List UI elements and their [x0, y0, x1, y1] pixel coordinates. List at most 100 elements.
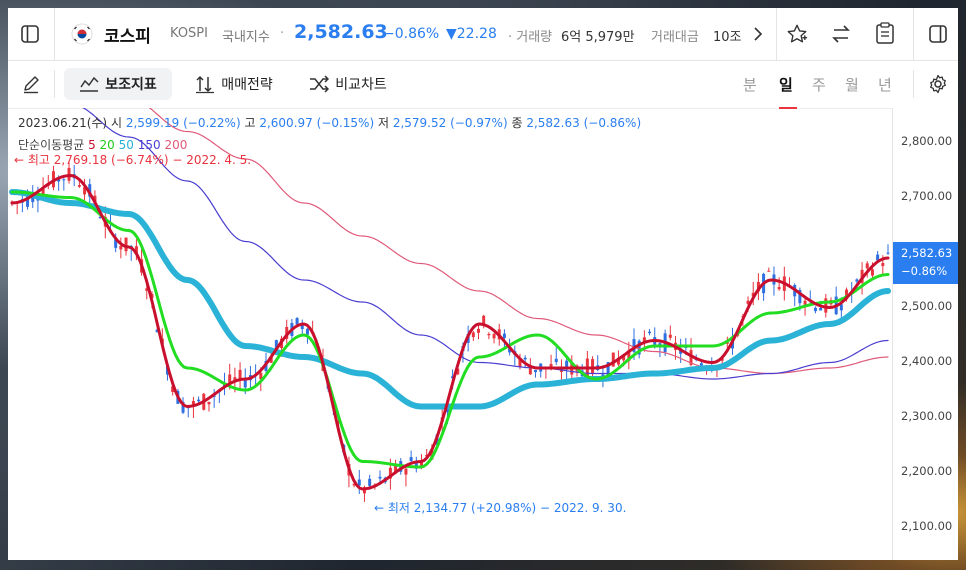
candle-body	[648, 331, 652, 334]
period-month[interactable]: 월	[845, 74, 859, 95]
divider	[776, 8, 777, 60]
market-label: 국내지수	[222, 30, 270, 45]
candle-body	[534, 369, 538, 373]
candlesticks	[10, 162, 890, 502]
candle-body	[881, 262, 885, 267]
amount-value: 10조	[713, 30, 742, 45]
candle-body	[62, 179, 66, 181]
volume-value: 6억 5,979만	[561, 30, 635, 45]
tick-label: 2,200.00	[901, 464, 953, 478]
swap-icon[interactable]	[828, 21, 854, 47]
ohlc-close: 2,582.63 (−0.86%)	[526, 116, 642, 130]
chevron-right-icon[interactable]	[748, 24, 768, 44]
korea-flag-icon	[70, 22, 94, 46]
current-price: 2,582.63	[294, 21, 388, 43]
candle-body	[295, 318, 299, 325]
chart-toolbar: 보조지표 매매전략 비교차트 분 일 주 월 년	[8, 60, 958, 109]
candle-body	[803, 300, 807, 305]
compare-label: 비교차트	[335, 77, 387, 93]
ohlc-low: 2,579.52 (−0.97%)	[392, 116, 508, 130]
low-annotation: ← 최저 2,134.77 (+20.98%) − 2022. 9. 30.	[374, 501, 627, 515]
tick-label: 2,300.00	[901, 409, 953, 423]
strategy-button[interactable]: 매매전략	[184, 68, 284, 100]
indicators-button[interactable]: 보조지표	[64, 68, 172, 100]
candle-body	[777, 286, 781, 290]
ohlc-date: 2023.06.21(수)	[18, 116, 108, 130]
candle-body	[482, 315, 486, 325]
candle-body	[243, 380, 247, 388]
divider	[54, 8, 55, 60]
stock-chart-panel: 코스피 KOSPI 국내지수 · 2,582.63 −0.86% ▼22.28 …	[8, 8, 958, 560]
compare-button[interactable]: 비교차트	[298, 68, 398, 100]
ma-legend-200: 200	[164, 138, 188, 152]
divider	[54, 70, 55, 98]
ma-legend-label: 단순이동평균	[18, 138, 85, 152]
candle-body	[865, 263, 869, 269]
candle-body	[404, 468, 408, 475]
candle-body	[487, 333, 491, 336]
strategy-label: 매매전략	[221, 77, 273, 93]
candle-body	[554, 358, 558, 363]
ma-legend-5: 5	[88, 138, 96, 152]
divider	[913, 8, 914, 60]
star-icon[interactable]	[784, 21, 810, 47]
candle-body	[767, 270, 771, 272]
stock-name: 코스피	[104, 27, 151, 47]
period-week[interactable]: 주	[812, 74, 826, 95]
candle-body	[591, 359, 595, 374]
ma-legend-50: 50	[118, 138, 134, 152]
tick-label: 2,800.00	[901, 134, 953, 148]
ohlc-high-label: 고	[244, 116, 256, 130]
pen-icon[interactable]	[18, 72, 44, 96]
change-percent: −0.86%	[383, 26, 440, 42]
candle-body	[502, 333, 506, 338]
indicators-label: 보조지표	[105, 77, 157, 93]
candle-body	[699, 363, 703, 366]
top-bar: 코스피 KOSPI 국내지수 · 2,582.63 −0.86% ▼22.28 …	[8, 8, 958, 61]
candle-body	[207, 401, 211, 405]
compare-icon	[309, 75, 330, 93]
current-change-label: −0.86%	[901, 264, 948, 278]
price-axis[interactable]: 2,800.00 2,700.00 2,500.00 2,400.00 2,30…	[892, 108, 958, 560]
candle-body	[477, 328, 481, 333]
period-year[interactable]: 년	[878, 74, 892, 95]
candle-body	[492, 334, 496, 339]
header-dot: ·	[280, 26, 285, 41]
sidebar-toggle-icon[interactable]	[18, 22, 42, 46]
ohlc-low-label: 저	[377, 116, 389, 130]
ohlc-info: 2023.06.21(수) 시 2,599.19 (−0.22%) 고 2,60…	[18, 114, 641, 131]
clipboard-icon[interactable]	[872, 20, 898, 46]
candle-body	[668, 334, 672, 338]
stock-code: KOSPI	[170, 26, 208, 41]
tick-label: 2,700.00	[901, 189, 953, 203]
ohlc-open: 2,599.19 (−0.22%)	[125, 116, 241, 130]
high-annotation: ← 최고 2,769.18 (−6.74%) − 2022. 4. 5.	[14, 153, 252, 167]
candle-body	[124, 237, 128, 252]
divider	[913, 70, 914, 98]
candle-body	[77, 185, 81, 187]
candle-body	[368, 478, 372, 486]
chart-canvas[interactable]	[8, 108, 892, 560]
candle-body	[870, 269, 874, 276]
candle-body	[855, 279, 859, 282]
amount-label: 거래대금	[651, 30, 699, 45]
candle-body	[886, 252, 890, 254]
candle-body	[409, 457, 413, 462]
period-day[interactable]: 일	[779, 74, 793, 95]
period-minute[interactable]: 분	[743, 74, 757, 95]
volume-label: · 거래량	[508, 30, 553, 45]
tick-label: 2,100.00	[901, 519, 953, 533]
candle-body	[523, 357, 527, 360]
candle-body	[119, 245, 123, 250]
price-chart[interactable]: 2023.06.21(수) 시 2,599.19 (−0.22%) 고 2,60…	[8, 108, 958, 560]
indicator-icon	[79, 75, 99, 93]
settings-icon[interactable]	[926, 72, 950, 96]
panel-icon[interactable]	[926, 22, 950, 46]
candle-body	[819, 307, 823, 311]
tick-label: 2,400.00	[901, 354, 953, 368]
candle-body	[238, 369, 242, 379]
change-amount: ▼22.28	[446, 26, 497, 42]
ma-legend-20: 20	[99, 138, 115, 152]
candle-body	[197, 399, 201, 402]
ohlc-close-label: 종	[511, 116, 523, 130]
